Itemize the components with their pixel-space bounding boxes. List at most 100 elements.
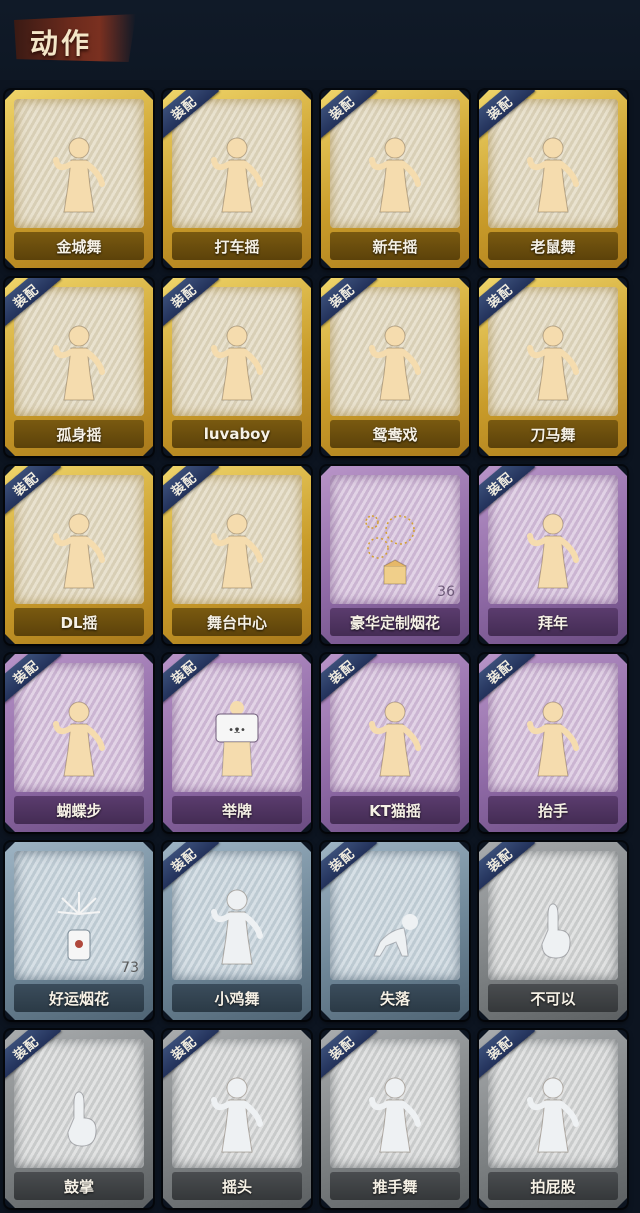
emote-name: 小鸡舞 (214, 989, 260, 1008)
dance-figure-icon (202, 510, 272, 590)
card-label-bar: DL摇 (14, 608, 144, 636)
bow-figure-icon (518, 510, 588, 590)
page-title: 动作 (30, 27, 93, 60)
emote-name: luvaboy (203, 425, 271, 443)
dance-figure-icon (518, 322, 588, 402)
emote-card[interactable]: 装配 老鼠舞 (479, 90, 627, 268)
dance-figure-icon (202, 134, 272, 214)
card-label-bar: 拍屁股 (488, 1172, 618, 1200)
emote-name: 打车摇 (214, 237, 260, 256)
card-label-bar: 金城舞 (14, 232, 144, 260)
finger-wag-icon (518, 886, 588, 966)
emote-name: 老鼠舞 (530, 237, 576, 256)
dance-figure-icon (360, 322, 430, 402)
dance-figure-icon (360, 698, 430, 778)
fireworks-box-icon (360, 510, 430, 590)
card-label-bar: 鼓掌 (14, 1172, 144, 1200)
chicken-dance-figure-icon (202, 886, 272, 966)
card-label-bar: 拜年 (488, 608, 618, 636)
emote-name: 刀马舞 (530, 425, 576, 444)
emote-card[interactable]: 金城舞 (5, 90, 153, 268)
emote-name: KT猫摇 (369, 801, 421, 820)
emote-name: 推手舞 (372, 1177, 418, 1196)
emote-card[interactable]: 装配 摇头 (163, 1030, 311, 1208)
emote-name: 舞台中心 (206, 613, 267, 632)
item-count: 36 (437, 584, 455, 600)
card-label-bar: 举牌 (172, 796, 302, 824)
card-label-bar: 舞台中心 (172, 608, 302, 636)
push-dance-figure-icon (360, 1074, 430, 1154)
emote-name: 鼓掌 (63, 1177, 94, 1196)
emote-card[interactable]: 装配 鸳鸯戏 (321, 278, 469, 456)
emote-card[interactable]: 装配 DL摇 (5, 466, 153, 644)
emote-card[interactable]: 装配 鼓掌 (5, 1030, 153, 1208)
card-label-bar: luvaboy (172, 420, 302, 448)
dance-figure-icon (44, 134, 114, 214)
emote-card[interactable]: 装配 打车摇 (163, 90, 311, 268)
card-label-bar: 抬手 (488, 796, 618, 824)
emote-name: 摇头 (221, 1177, 252, 1196)
emote-name: 拜年 (537, 613, 568, 632)
raise-hand-figure-icon (518, 698, 588, 778)
emote-card[interactable]: 装配 抬手 (479, 654, 627, 832)
emote-card[interactable]: 装配 拜年 (479, 466, 627, 644)
card-label-bar: 小鸡舞 (172, 984, 302, 1012)
card-label-bar: 摇头 (172, 1172, 302, 1200)
emote-name: 抬手 (537, 801, 568, 820)
emote-card[interactable]: 装配 KT猫摇 (321, 654, 469, 832)
emote-name: 不可以 (530, 989, 576, 1008)
emote-name: 拍屁股 (530, 1177, 576, 1196)
card-label-bar: 刀马舞 (488, 420, 618, 448)
emote-card[interactable]: 装配 刀马舞 (479, 278, 627, 456)
card-label-bar: KT猫摇 (330, 796, 460, 824)
emote-name: 金城舞 (56, 237, 102, 256)
emote-name: 新年摇 (372, 237, 418, 256)
emote-card[interactable]: 73 好运烟花 (5, 842, 153, 1020)
card-label-bar: 鸳鸯戏 (330, 420, 460, 448)
emote-card[interactable]: 装配 新年摇 (321, 90, 469, 268)
dance-figure-icon (44, 510, 114, 590)
crawl-figure-icon (360, 886, 430, 966)
emote-card[interactable]: 装配 不可以 (479, 842, 627, 1020)
dance-figure-icon (44, 322, 114, 402)
card-label-bar: 新年摇 (330, 232, 460, 260)
emote-name: 鸳鸯戏 (372, 425, 418, 444)
emote-card[interactable]: 装配 拍屁股 (479, 1030, 627, 1208)
emote-name: 失落 (379, 989, 410, 1008)
card-label-bar: 失落 (330, 984, 460, 1012)
card-label-bar: 好运烟花 (14, 984, 144, 1012)
emote-name: 蝴蝶步 (56, 801, 102, 820)
dance-figure-icon (518, 134, 588, 214)
shake-head-figure-icon (202, 1074, 272, 1154)
emote-card[interactable]: 装配 失落 (321, 842, 469, 1020)
emote-card[interactable]: 装配 蝴蝶步 (5, 654, 153, 832)
card-label-bar: 老鼠舞 (488, 232, 618, 260)
svg-text:•ᴥ•: •ᴥ• (228, 725, 246, 736)
card-label-bar: 豪华定制烟花 (330, 608, 460, 636)
card-label-bar: 蝴蝶步 (14, 796, 144, 824)
card-label-bar: 孤身摇 (14, 420, 144, 448)
clap-hands-icon (44, 1074, 114, 1154)
item-count: 73 (121, 960, 139, 976)
butt-slap-figure-icon (518, 1074, 588, 1154)
dance-figure-icon (360, 134, 430, 214)
emote-name: 好运烟花 (48, 989, 109, 1008)
emote-card[interactable]: 装配 孤身摇 (5, 278, 153, 456)
emote-card[interactable]: 36 豪华定制烟花 (321, 466, 469, 644)
emote-card[interactable]: 装配 luvaboy (163, 278, 311, 456)
card-label-bar: 打车摇 (172, 232, 302, 260)
card-label-bar: 推手舞 (330, 1172, 460, 1200)
dance-figure-icon (44, 698, 114, 778)
header: 动作 (0, 0, 640, 80)
emote-grid: 金城舞 装配 打车摇 装配 新年摇 装配 老鼠舞 装配 孤身摇 装配 luvaboy 装配… (5, 90, 635, 1213)
emote-name: 孤身摇 (56, 425, 102, 444)
dance-figure-icon (202, 322, 272, 402)
emote-name: DL摇 (60, 613, 98, 632)
emote-card[interactable]: 装配 舞台中心 (163, 466, 311, 644)
emote-card[interactable]: 装配 推手舞 (321, 1030, 469, 1208)
sign-figure-icon: •ᴥ• (202, 698, 272, 778)
emote-card[interactable]: •ᴥ• 装配 举牌 (163, 654, 311, 832)
firework-can-icon (44, 886, 114, 966)
emote-name: 举牌 (221, 801, 252, 820)
emote-card[interactable]: 装配 小鸡舞 (163, 842, 311, 1020)
